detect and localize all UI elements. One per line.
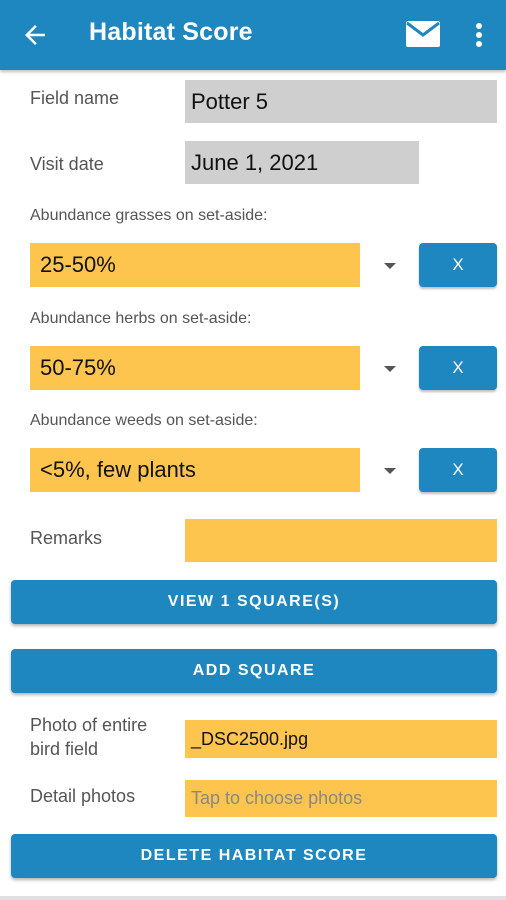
photo-input[interactable]: _DSC2500.jpg — [185, 720, 497, 758]
detail-photos-label: Detail photos — [30, 786, 136, 806]
view-squares-button[interactable]: VIEW 1 SQUARE(S) — [11, 580, 497, 624]
app-bar: Habitat Score — [0, 0, 506, 70]
visit-date-label: Visit date — [30, 154, 104, 174]
photo-label-line1: Photo of entire — [30, 715, 148, 735]
herbs-clear-button[interactable]: X — [419, 346, 497, 390]
grasses-select[interactable]: 25-50% — [30, 243, 360, 287]
herbs-label: Abundance herbs on set-aside: — [30, 310, 252, 327]
herbs-select[interactable]: 50-75% — [30, 346, 360, 390]
herbs-dropdown-caret-icon[interactable] — [384, 366, 396, 372]
visit-date-input[interactable]: June 1, 2021 — [185, 141, 419, 184]
delete-habitat-score-button[interactable]: DELETE HABITAT SCORE — [11, 834, 497, 878]
divider — [0, 896, 506, 900]
detail-photos-placeholder: Tap to choose photos — [191, 788, 363, 808]
more-vert-icon[interactable] — [468, 20, 490, 50]
remarks-label: Remarks — [30, 528, 103, 548]
add-square-button[interactable]: ADD SQUARE — [11, 649, 497, 693]
grasses-label: Abundance grasses on set-aside: — [30, 207, 268, 224]
weeds-clear-button[interactable]: X — [419, 448, 497, 492]
mail-icon[interactable] — [405, 20, 441, 48]
photo-label-line2: bird field — [30, 739, 99, 759]
weeds-dropdown-caret-icon[interactable] — [384, 468, 396, 474]
weeds-label: Abundance weeds on set-aside: — [30, 412, 258, 429]
arrow-left-icon[interactable] — [20, 20, 50, 50]
remarks-input[interactable] — [185, 519, 497, 562]
field-name-input[interactable]: Potter 5 — [185, 80, 497, 123]
grasses-clear-button[interactable]: X — [419, 243, 497, 287]
page-title: Habitat Score — [89, 18, 253, 46]
field-name-label: Field name — [30, 88, 120, 108]
grasses-dropdown-caret-icon[interactable] — [384, 263, 396, 269]
detail-photos-input[interactable]: Tap to choose photos — [185, 780, 497, 817]
weeds-select[interactable]: <5%, few plants — [30, 448, 360, 492]
